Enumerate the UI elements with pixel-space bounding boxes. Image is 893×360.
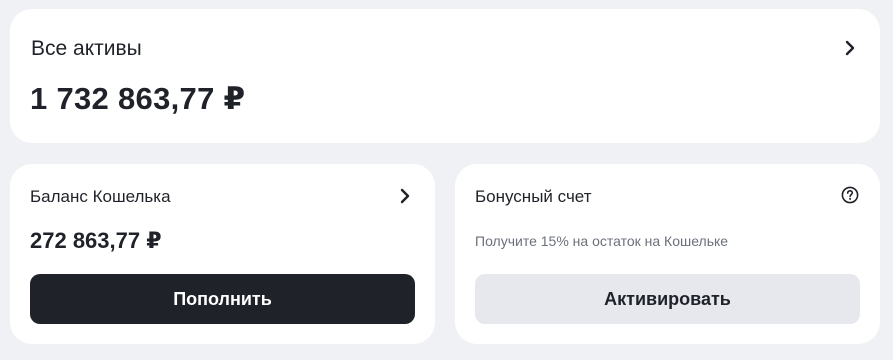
all-assets-title: Все активы — [31, 37, 142, 60]
activate-button[interactable]: Активировать — [475, 274, 860, 324]
chevron-right-icon[interactable] — [842, 40, 858, 56]
all-assets-amount: 1 732 863,77 ₽ — [30, 81, 246, 116]
bonus-hint-text: Получите 15% на остаток на Кошельке — [475, 233, 729, 249]
wallet-balance-card: Баланс Кошелька 272 863,77 ₽ Пополнить — [10, 164, 435, 344]
all-assets-card[interactable]: Все активы 1 732 863,77 ₽ — [10, 9, 880, 143]
help-circle-icon[interactable] — [841, 186, 859, 204]
bonus-account-card: Бонусный счет Получите 15% на остаток на… — [455, 164, 880, 344]
chevron-right-icon[interactable] — [397, 188, 413, 204]
bonus-account-title: Бонусный счет — [475, 187, 592, 206]
wallet-balance-title: Баланс Кошелька — [30, 187, 171, 206]
wallet-balance-amount: 272 863,77 ₽ — [30, 228, 162, 253]
top-up-button[interactable]: Пополнить — [30, 274, 415, 324]
